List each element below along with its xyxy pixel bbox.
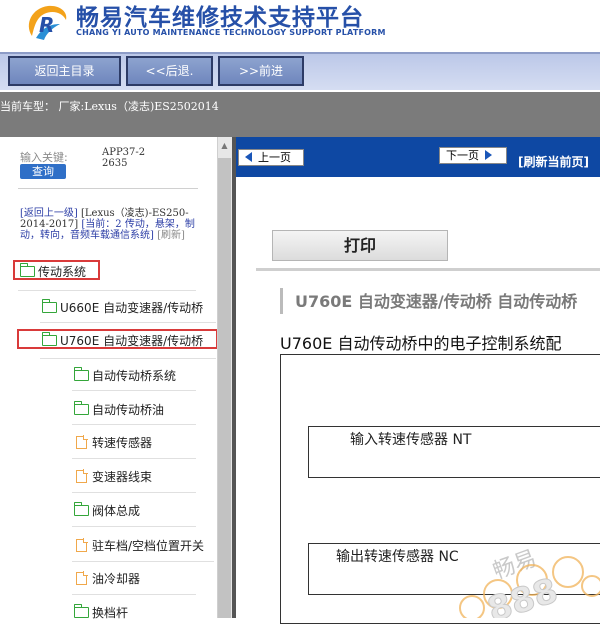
search-button[interactable]: 查询 bbox=[20, 164, 66, 179]
diagram-label-output-sensor: 输出转速传感器 NC bbox=[336, 549, 459, 565]
section-marker bbox=[280, 288, 283, 314]
back-up-link[interactable]: [返回上一级] bbox=[20, 208, 78, 219]
tree-item-oil-cooler[interactable]: 油冷却器 bbox=[76, 569, 140, 589]
keyword-label: 输入关键: bbox=[20, 151, 68, 164]
tree-item-park-neutral-switch[interactable]: 驻车档/空档位置开关 bbox=[76, 536, 204, 556]
right-arrow-icon bbox=[485, 150, 492, 160]
scroll-up-arrow-icon[interactable]: ▲ bbox=[219, 141, 230, 150]
divider bbox=[18, 188, 198, 189]
document-icon bbox=[76, 538, 88, 552]
current-model-text: 当前车型： 厂家:Lexus（凌志)ES2502014 bbox=[0, 100, 219, 113]
prev-page-button[interactable]: 上一页 bbox=[238, 149, 304, 166]
scrollbar-thumb[interactable] bbox=[218, 158, 231, 618]
tree-item-wire-harness[interactable]: 变速器线束 bbox=[76, 467, 152, 487]
folder-icon bbox=[41, 332, 57, 346]
document-icon bbox=[76, 571, 88, 585]
folder-icon bbox=[73, 401, 89, 415]
folder-icon bbox=[73, 604, 89, 618]
tree-item-drivetrain[interactable]: 传动系统 bbox=[13, 260, 100, 280]
folder-icon bbox=[41, 299, 57, 313]
next-page-button[interactable]: 下一页 bbox=[439, 147, 507, 164]
print-button[interactable]: 打印 bbox=[272, 230, 448, 261]
logo-icon: R bbox=[28, 5, 67, 40]
refresh-link[interactable]: [刷新] bbox=[157, 230, 185, 241]
tree-item-u760e[interactable]: U760E 自动变速器/传动桥 bbox=[17, 329, 218, 349]
folder-icon bbox=[19, 263, 35, 277]
tree-item-transaxle-oil[interactable]: 自动传动桥油 bbox=[73, 400, 164, 420]
home-button[interactable]: 返回主目录 bbox=[8, 56, 121, 86]
watermark-number: 888 bbox=[483, 571, 563, 618]
divider bbox=[256, 268, 600, 271]
document-icon bbox=[76, 435, 88, 449]
tree-item-valve-body[interactable]: 阀体总成 bbox=[73, 501, 140, 521]
watermark-logo: 888 bbox=[459, 556, 600, 618]
forward-button[interactable]: >>前进 bbox=[218, 56, 304, 86]
folder-icon bbox=[73, 502, 89, 516]
tree-item-speed-sensor[interactable]: 转速传感器 bbox=[76, 433, 152, 453]
refresh-page-link[interactable]: [刷新当前页] bbox=[518, 153, 589, 170]
svg-text:R: R bbox=[39, 13, 54, 37]
tree-item-transaxle-system[interactable]: 自动传动桥系统 bbox=[73, 366, 176, 386]
back-button[interactable]: <<后退. bbox=[126, 56, 213, 86]
folder-icon bbox=[73, 367, 89, 381]
document-icon bbox=[76, 469, 88, 483]
breadcrumb: [返回上一级] [Lexus（凌志)-ES250-2014-2017] [当前：… bbox=[20, 208, 210, 241]
section-title: U760E 自动变速器/传动桥 自动传动桥 bbox=[295, 292, 578, 311]
tree-item-u660e[interactable]: U660E 自动变速器/传动桥 bbox=[41, 298, 203, 318]
tree-item-shift-lever[interactable]: 换档杆 bbox=[73, 603, 128, 623]
document-title: U760E 自动传动桥中的电子控制系统配 bbox=[280, 334, 562, 353]
app-subtitle: CHANG YI AUTO MAINTENANCE TECHNOLOGY SUP… bbox=[76, 28, 386, 37]
left-arrow-icon bbox=[245, 152, 252, 162]
search-input[interactable]: APP37-22635 bbox=[102, 147, 146, 169]
diagram-label-input-sensor: 输入转速传感器 NT bbox=[350, 432, 472, 448]
